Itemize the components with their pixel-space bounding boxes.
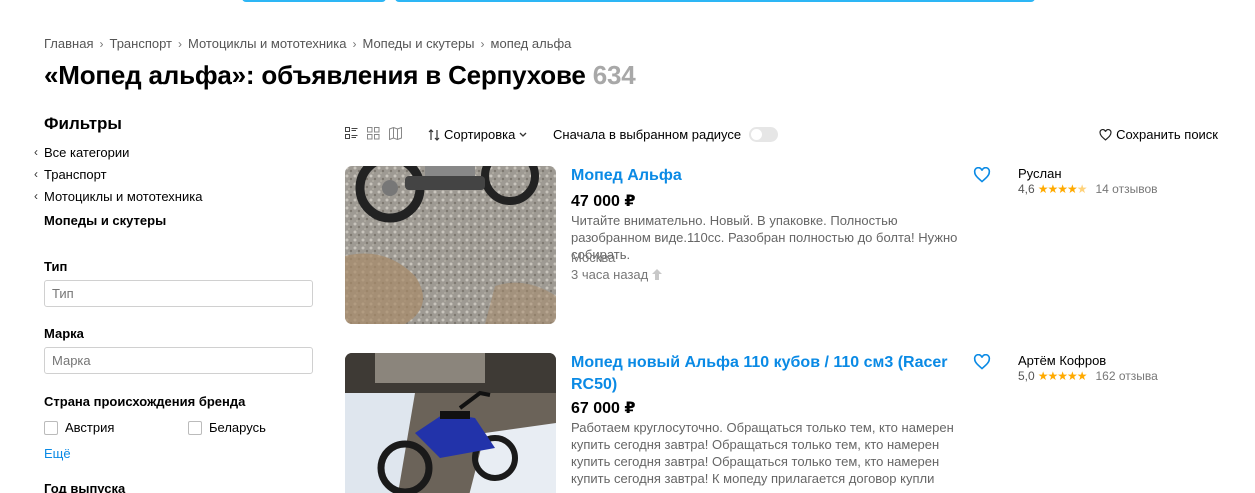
chevron-down-icon — [519, 132, 527, 137]
listing-time: 3 часа назад — [571, 267, 663, 282]
rating-stars-icon: ★★★★★ — [1037, 182, 1088, 196]
chevron-left-icon: ‹ — [34, 189, 38, 203]
breadcrumb-item-motorcycles[interactable]: Мотоциклы и мототехника — [188, 36, 346, 51]
filters-sidebar: Фильтры ‹ Все категории ‹ Транспорт ‹ Мо… — [34, 114, 324, 231]
breadcrumb-item-mopeds[interactable]: Мопеды и скутеры — [362, 36, 474, 51]
list-view-icon[interactable] — [345, 127, 358, 140]
rating-value: 4,6 — [1018, 182, 1035, 196]
listing-photo[interactable] — [345, 166, 556, 324]
chevron-left-icon: ‹ — [34, 145, 38, 159]
type-filter-label: Тип — [44, 259, 68, 274]
seller-name[interactable]: Артём Кофров — [1018, 353, 1106, 368]
filters-heading: Фильтры — [44, 114, 122, 133]
sort-dropdown[interactable]: Сортировка — [428, 127, 527, 142]
listing-photo[interactable] — [345, 353, 556, 493]
listing-description: Читайте внимательно. Новый. В упаковке. … — [571, 213, 958, 262]
chevron-right-icon: › — [178, 36, 183, 51]
show-more-link[interactable]: Ещё — [44, 446, 71, 461]
category-link-motorcycles[interactable]: ‹ Мотоциклы и мототехника — [34, 185, 324, 207]
country-checkbox-belarus[interactable]: Беларусь — [188, 420, 266, 435]
listing-time-text: 3 часа назад — [571, 267, 649, 282]
breadcrumb-item-transport[interactable]: Транспорт — [109, 36, 172, 51]
listing-title[interactable]: Мопед Альфа — [571, 165, 961, 187]
heart-icon — [1099, 128, 1112, 141]
radius-toggle-row: Сначала в выбранном радиусе — [553, 127, 779, 142]
listing-location: Москва — [571, 250, 616, 265]
listing-title[interactable]: Мопед новый Альфа 110 кубов / 110 см3 (R… — [571, 352, 961, 396]
listing-description: Работаем круглосуточно. Обращаться тольк… — [571, 420, 954, 493]
sort-label: Сортировка — [444, 127, 516, 142]
country-checkbox-austria[interactable]: Австрия — [44, 420, 114, 435]
radius-label: Сначала в выбранном радиусе — [553, 127, 742, 142]
category-button[interactable] — [242, 0, 386, 2]
checkbox-label: Беларусь — [209, 420, 266, 435]
brand-filter-input[interactable] — [44, 347, 313, 374]
category-label: Мотоциклы и мототехника — [44, 188, 203, 204]
reviews-count[interactable]: 162 отзыва — [1095, 369, 1157, 383]
type-filter-input[interactable] — [44, 280, 313, 307]
save-search-button[interactable]: Сохранить поиск — [1099, 127, 1218, 142]
radius-toggle[interactable] — [749, 127, 779, 142]
top-search-bar — [0, 0, 1255, 2]
category-link-transport[interactable]: ‹ Транспорт — [34, 163, 324, 185]
promoted-arrow-icon — [652, 269, 663, 280]
seller-rating: 5,0 ★★★★★ 162 отзыва — [1018, 369, 1158, 383]
favorite-heart-icon[interactable] — [973, 167, 991, 183]
page-title: «Мопед альфа»: объявления в Серпухове 63… — [44, 60, 636, 91]
breadcrumb-item-home[interactable]: Главная — [44, 36, 93, 51]
results-count: 634 — [592, 60, 636, 90]
category-link-all[interactable]: ‹ Все категории — [34, 141, 324, 163]
page-title-text: «Мопед альфа»: объявления в Серпухове — [44, 60, 586, 90]
year-filter-label: Год выпуска — [44, 481, 126, 493]
country-filter-label: Страна происхождения бренда — [44, 394, 246, 409]
breadcrumb-item-query[interactable]: мопед альфа — [491, 36, 572, 51]
chevron-right-icon: › — [480, 36, 485, 51]
chevron-right-icon: › — [99, 36, 104, 51]
reviews-count[interactable]: 14 отзывов — [1095, 182, 1157, 196]
category-label: Все категории — [44, 144, 130, 160]
category-label: Транспорт — [44, 166, 107, 182]
breadcrumb: Главная › Транспорт › Мотоциклы и мототе… — [44, 36, 571, 51]
checkbox-label: Австрия — [65, 420, 115, 435]
seller-rating: 4,6 ★★★★★ 14 отзывов — [1018, 182, 1158, 196]
sort-icon — [428, 128, 440, 141]
save-search-label: Сохранить поиск — [1116, 127, 1218, 142]
map-view-icon[interactable] — [389, 127, 402, 140]
chevron-left-icon: ‹ — [34, 167, 38, 181]
checkbox[interactable] — [188, 420, 202, 435]
listing-price: 47 000 ₽ — [571, 193, 636, 210]
favorite-heart-icon[interactable] — [973, 354, 991, 370]
rating-stars-icon: ★★★★★ — [1037, 369, 1088, 383]
view-switcher — [345, 127, 402, 140]
checkbox[interactable] — [44, 420, 58, 435]
search-input[interactable] — [395, 0, 1035, 2]
chevron-right-icon: › — [352, 36, 357, 51]
grid-view-icon[interactable] — [367, 127, 380, 140]
category-current: Мопеды и скутеры — [44, 212, 167, 228]
listing-price: 67 000 ₽ — [571, 400, 636, 417]
brand-filter-label: Марка — [44, 326, 84, 341]
seller-name[interactable]: Руслан — [1018, 166, 1062, 181]
results-toolbar: Сортировка Сначала в выбранном радиусе С… — [345, 124, 1220, 146]
rating-value: 5,0 — [1018, 369, 1035, 383]
